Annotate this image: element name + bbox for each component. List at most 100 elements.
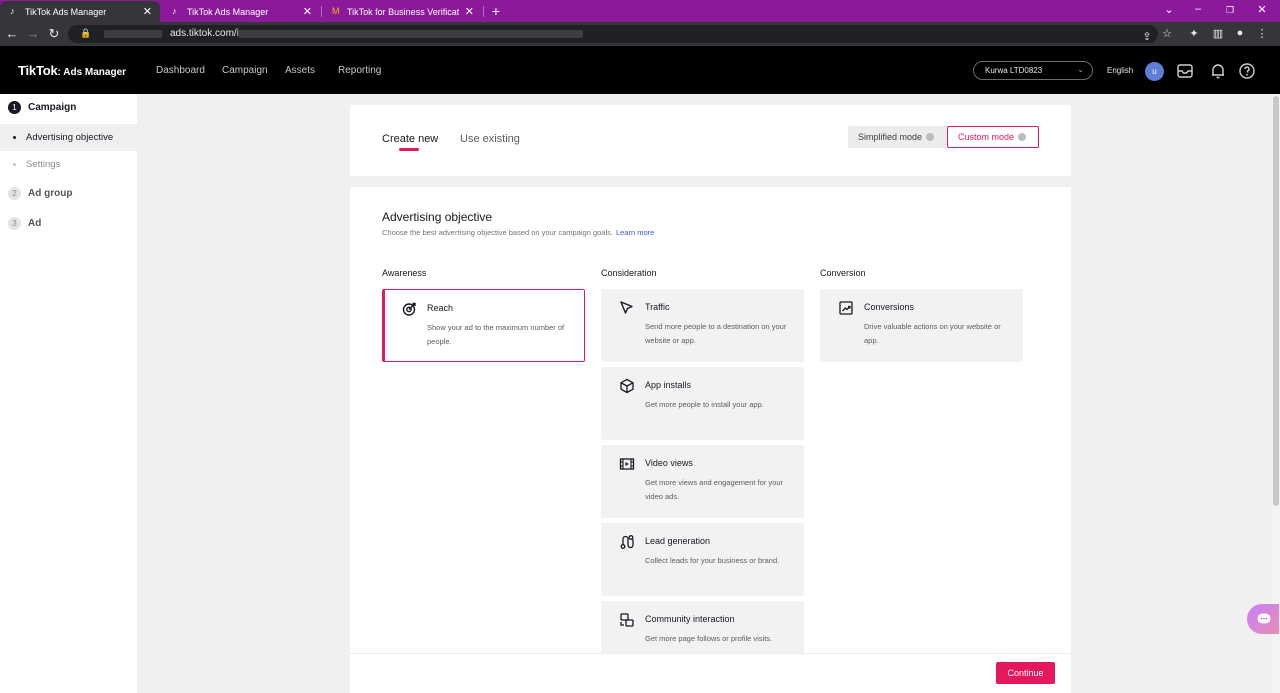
- objective-desc: Send more people to a destination on you…: [645, 322, 787, 345]
- objective-reach[interactable]: Reach Show your ad to the maximum number…: [382, 289, 585, 362]
- objective-conversions[interactable]: Conversions Drive valuable actions on yo…: [820, 289, 1023, 362]
- objective-title: App installs: [645, 380, 692, 390]
- objective-desc: Get more page follows or profile visits.: [645, 634, 773, 643]
- objective-video-views[interactable]: Video views Get more views and engagemen…: [601, 445, 804, 518]
- browser-tab-title: TikTok Ads Manager: [25, 6, 107, 17]
- section-title: Advertising objective: [382, 210, 493, 224]
- browser-tab-2[interactable]: ♪ TikTok Ads Manager ✕: [162, 1, 320, 22]
- inbox-icon[interactable]: [1175, 61, 1195, 81]
- language-selector[interactable]: English: [1107, 66, 1133, 75]
- step-label: Ad: [28, 218, 42, 229]
- objective-title: Traffic: [645, 302, 670, 312]
- browser-tab-title: TikTok for Business Verification C: [347, 6, 459, 17]
- profile-icon[interactable]: ●: [1233, 27, 1247, 39]
- objective-title: Lead generation: [645, 536, 711, 546]
- url-field[interactable]: 🔒 ads.tiktok.com/i ⇪: [68, 25, 1158, 43]
- column-heading-consideration: Consideration: [601, 268, 657, 278]
- mode-label: Custom mode: [958, 132, 1015, 142]
- tab-close-icon[interactable]: ✕: [303, 5, 312, 18]
- nav-reporting[interactable]: Reporting: [338, 65, 381, 76]
- page-scrollbar-thumb[interactable]: [1273, 96, 1279, 506]
- step-label: Campaign: [28, 102, 77, 113]
- film-icon: [619, 458, 635, 470]
- mode-label: Simplified mode: [858, 132, 923, 142]
- back-icon[interactable]: ←: [4, 26, 20, 42]
- address-bar: ← → ↻ 🔒 ads.tiktok.com/i ⇪ ☆ ✦ ▥ ● ⋮: [0, 22, 1280, 46]
- substep-label: Advertising objective: [26, 132, 114, 143]
- bell-icon[interactable]: [1208, 61, 1228, 81]
- footer-bar: [350, 653, 1071, 693]
- objective-traffic[interactable]: Traffic Send more people to a destinatio…: [601, 289, 804, 362]
- share-icon[interactable]: ⇪: [1140, 30, 1154, 43]
- app-header: TikTok: Ads Manager Dashboard Campaign A…: [0, 46, 1280, 94]
- redacted-block: [238, 30, 583, 38]
- subtitle-text: Choose the best advertising objective ba…: [382, 228, 613, 237]
- objective-title: Conversions: [864, 302, 915, 312]
- substep-label: Settings: [26, 159, 61, 170]
- substep-settings[interactable]: Settings: [0, 151, 137, 178]
- close-window-icon[interactable]: ✕: [1255, 3, 1269, 16]
- tab-close-icon[interactable]: ✕: [465, 5, 474, 18]
- cursor-icon: [620, 301, 633, 314]
- objective-title: Community interaction: [645, 614, 735, 624]
- info-icon: [1018, 133, 1027, 141]
- logo-text: TikTok: [18, 63, 58, 78]
- extension-icon[interactable]: ✦: [1187, 27, 1201, 40]
- objective-title: Video views: [645, 458, 693, 468]
- browser-tab-1[interactable]: ♪ TikTok Ads Manager ✕: [0, 1, 160, 22]
- url-text: ads.tiktok.com/i: [170, 28, 239, 39]
- lead-icon: [620, 535, 634, 549]
- step-ad[interactable]: 3 Ad: [8, 217, 41, 230]
- nav-campaign[interactable]: Campaign: [222, 65, 268, 76]
- active-tab-underline: [399, 148, 419, 151]
- step-number: 2: [8, 187, 21, 200]
- custom-mode-button[interactable]: Custom mode: [947, 126, 1039, 148]
- objective-title: Reach: [427, 303, 454, 313]
- simplified-mode-button[interactable]: Simplified mode: [848, 126, 946, 148]
- campaign-steps-sidebar: 1 Campaign Advertising objective Setting…: [0, 94, 137, 693]
- account-selector[interactable]: Kurwa LTD0823 ⌄: [973, 61, 1093, 80]
- objective-desc: Get more views and engagement for your v…: [645, 478, 783, 501]
- tab-separator: [483, 6, 484, 17]
- objective-community-interaction[interactable]: Community interaction Get more page foll…: [601, 601, 804, 653]
- help-icon[interactable]: [1237, 61, 1257, 81]
- tab-use-existing[interactable]: Use existing: [460, 133, 520, 145]
- new-tab-plus-icon[interactable]: +: [488, 3, 504, 19]
- objective-app-installs[interactable]: App installs Get more people to install …: [601, 367, 804, 440]
- lock-icon: 🔒: [80, 28, 92, 38]
- reload-icon[interactable]: ↻: [46, 26, 62, 42]
- tab-create-new[interactable]: Create new: [382, 133, 438, 145]
- chat-support-button[interactable]: [1247, 604, 1279, 634]
- bookmark-star-icon[interactable]: ☆: [1160, 27, 1174, 40]
- column-heading-conversion: Conversion: [820, 268, 866, 278]
- browser-tab-3[interactable]: M TikTok for Business Verification C ✕: [322, 1, 482, 22]
- avatar[interactable]: u: [1145, 62, 1164, 81]
- tab-search-chevron-icon[interactable]: ⌄: [1162, 3, 1176, 16]
- browser-tab-title: TikTok Ads Manager: [187, 6, 269, 17]
- logo-subtitle: : Ads Manager: [57, 67, 127, 78]
- trend-chart-icon: [839, 301, 853, 315]
- substep-advertising-objective[interactable]: Advertising objective: [0, 124, 137, 151]
- forward-icon[interactable]: →: [25, 26, 41, 42]
- tiktok-ads-logo[interactable]: TikTok: Ads Manager: [18, 63, 126, 78]
- redacted-block: [104, 30, 162, 38]
- chevron-down-icon: ⌄: [1077, 65, 1084, 74]
- step-ad-group[interactable]: 2 Ad group: [8, 187, 72, 200]
- learn-more-link[interactable]: Learn more: [616, 228, 654, 237]
- nav-dashboard[interactable]: Dashboard: [156, 65, 205, 76]
- browser-tab-bar: ♪ TikTok Ads Manager ✕ ♪ TikTok Ads Mana…: [0, 0, 1280, 22]
- objective-lead-generation[interactable]: Lead generation Collect leads for your b…: [601, 523, 804, 596]
- objective-desc: Collect leads for your business or brand…: [645, 556, 780, 565]
- continue-button[interactable]: Continue: [996, 662, 1055, 684]
- minimize-icon[interactable]: –: [1191, 3, 1205, 15]
- side-panel-icon[interactable]: ▥: [1211, 27, 1225, 40]
- menu-dots-icon[interactable]: ⋮: [1255, 27, 1269, 40]
- step-campaign[interactable]: 1 Campaign: [8, 101, 76, 114]
- tiktok-favicon-icon: ♪: [172, 6, 177, 16]
- tab-close-icon[interactable]: ✕: [143, 5, 152, 18]
- community-icon: [620, 613, 634, 627]
- gmail-favicon-icon: M: [332, 6, 340, 16]
- nav-assets[interactable]: Assets: [285, 65, 315, 76]
- objective-desc: Get more people to install your app.: [645, 400, 764, 409]
- restore-icon[interactable]: ❐: [1223, 5, 1237, 16]
